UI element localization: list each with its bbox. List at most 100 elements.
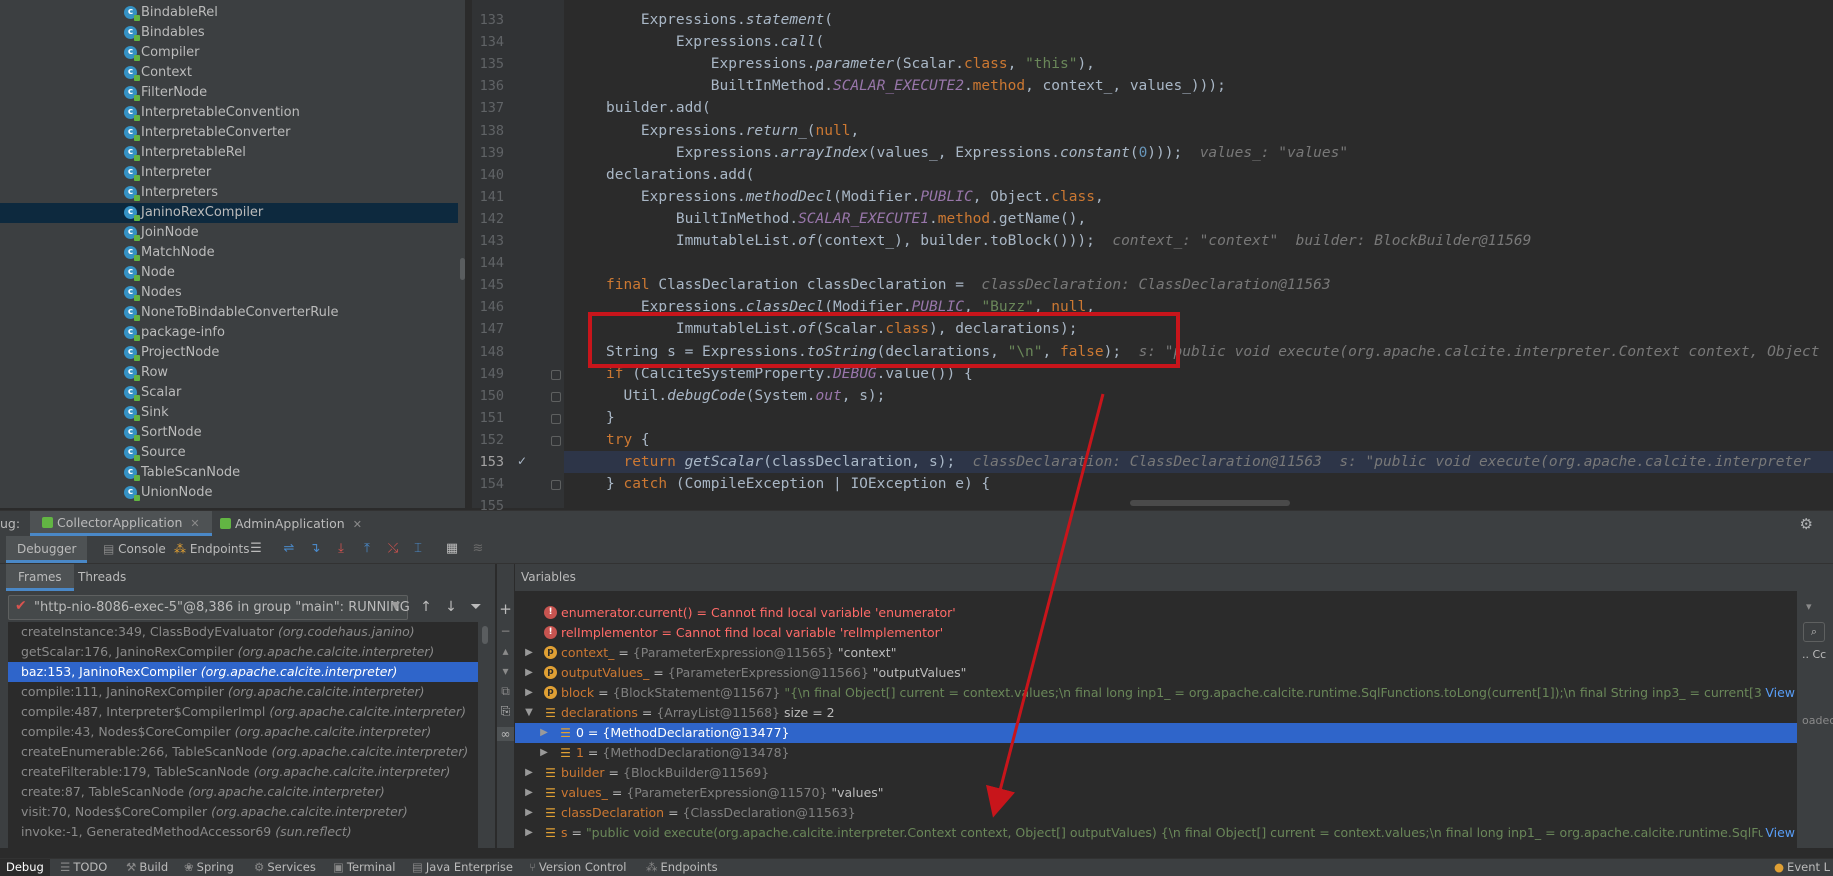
chevron-right-icon[interactable]: ▶ [524, 803, 534, 823]
tree-item[interactable]: c InterpretableConvention [0, 103, 458, 123]
code-line[interactable]: ImmutableList.of(context_), builder.toBl… [564, 230, 1833, 252]
frame-row[interactable]: compile:111, JaninoRexCompiler (org.apac… [8, 682, 478, 702]
tool-window-services[interactable]: ⚙ Services [248, 859, 322, 876]
tree-item[interactable]: c SortNode [0, 423, 458, 443]
filter-icon[interactable]: ⏷ [468, 599, 484, 615]
tree-item[interactable]: c JaninoRexCompiler [0, 203, 458, 223]
frame-list[interactable]: createInstance:349, ClassBodyEvaluator (… [8, 622, 478, 848]
code-line[interactable]: Expressions.parameter(Scalar.class, "thi… [564, 53, 1833, 75]
force-step-into-icon[interactable]: ⤓ [333, 541, 349, 557]
variable-row[interactable]: ▶ ☰ classDeclaration = {ClassDeclaration@1… [515, 803, 1795, 823]
code-line[interactable]: } [564, 407, 1833, 429]
gear-icon[interactable]: ⚙ [1800, 515, 1813, 533]
thread-selector[interactable]: ✔ "http-nio-8086-exec-5"@8,386 in group … [8, 595, 410, 620]
evaluate-expression-icon[interactable]: ▦ [444, 541, 460, 557]
frames-scrollbar[interactable] [481, 622, 489, 848]
tree-item[interactable]: c UnionNode [0, 483, 458, 503]
tab-threads[interactable]: Threads [78, 564, 126, 591]
frame-row[interactable]: compile:487, Interpreter$CompilerImpl (o… [8, 702, 478, 722]
variable-row[interactable]: ! enumerator.current() = Cannot find loca… [515, 603, 1795, 623]
variable-row[interactable]: ▶ p block = {BlockStatement@11567} "{\n fi… [515, 683, 1795, 703]
close-icon[interactable]: ✕ [353, 518, 362, 531]
code-line[interactable] [564, 252, 1833, 274]
frame-row[interactable]: createFilterable:179, TableScanNode (org… [8, 762, 478, 782]
chevron-right-icon[interactable]: ▶ [539, 723, 549, 743]
tree-item[interactable]: c Bindables [0, 23, 458, 43]
step-over-icon[interactable]: ↴ [307, 541, 323, 557]
scrollbar-thumb[interactable] [482, 626, 488, 644]
tab-console[interactable]: ▤ Console [95, 536, 174, 563]
project-tree[interactable]: c BindableRel c Bindables c Compiler c Context c… [0, 0, 465, 508]
tree-item[interactable]: c Interpreter [0, 163, 458, 183]
glasses-icon[interactable]: ∞ [497, 727, 514, 741]
tool-window-terminal[interactable]: ▣ Terminal [327, 859, 401, 876]
tree-item[interactable]: c MatchNode [0, 243, 458, 263]
copy-icon[interactable]: ⎘ [497, 704, 514, 719]
close-icon[interactable]: ✕ [190, 517, 199, 530]
tab-frames[interactable]: Frames [6, 564, 74, 591]
tab-admin-application[interactable]: AdminApplication ✕ [208, 511, 374, 536]
trace-icon[interactable]: ≋ [470, 541, 486, 557]
tool-window-version-control[interactable]: ⑂ Version Control [523, 859, 632, 876]
variable-row[interactable]: ▶ ☰ builder = {BlockBuilder@11569} [515, 763, 1795, 783]
chevron-right-icon[interactable]: ▶ [524, 643, 534, 663]
tree-item[interactable]: c BindableRel [0, 3, 458, 23]
view-link[interactable]: View [1763, 823, 1795, 843]
tree-item[interactable]: c InterpretableRel [0, 143, 458, 163]
chevron-right-icon[interactable]: ▶ [524, 763, 534, 783]
frame-row[interactable]: create:87, TableScanNode (org.apache.cal… [8, 782, 478, 802]
editor-horizontal-scrollbar[interactable] [1128, 496, 1833, 508]
code-line[interactable]: builder.add( [564, 97, 1833, 119]
variable-row[interactable]: ! relImplementor = Cannot find local vari… [515, 623, 1795, 643]
code-line[interactable]: final ClassDeclaration classDeclaration … [564, 274, 1833, 296]
fold-marker-icon[interactable] [551, 413, 561, 424]
variable-row[interactable]: ▶ p outputValues_ = {ParameterExpression@1… [515, 663, 1795, 683]
code-line[interactable]: BuiltInMethod.SCALAR_EXECUTE2.method, co… [564, 75, 1833, 97]
code-line[interactable]: } catch (CompileException | IOException … [564, 473, 1833, 495]
code-editor[interactable]: } catch (CompileException | IOException … [564, 0, 1833, 508]
tool-window-java-enterprise[interactable]: ▤ Java Enterprise [406, 859, 519, 876]
step-into-icon[interactable]: ⤒ [359, 541, 375, 557]
fold-marker-icon[interactable] [551, 435, 561, 446]
frame-row[interactable]: invoke:-1, GeneratedMethodAccessor69 (su… [8, 822, 478, 842]
scrollbar-thumb[interactable] [1130, 500, 1290, 506]
event-log-button[interactable]: ● Event L [1774, 859, 1830, 876]
tree-item[interactable]: c Compiler [0, 43, 458, 63]
tree-item[interactable]: c Context [0, 63, 458, 83]
code-line[interactable]: Expressions.return_(null, [564, 120, 1833, 142]
chevron-right-icon[interactable]: ▶ [524, 783, 534, 803]
tool-window-debug[interactable]: Debug [0, 859, 50, 876]
variable-row[interactable]: ▶ p context_ = {ParameterExpression@11565}… [515, 643, 1795, 663]
frame-row[interactable]: baz:153, JaninoRexCompiler (org.apache.c… [8, 662, 478, 682]
frame-row[interactable]: createInstance:349, ClassBodyEvaluator (… [8, 622, 478, 642]
code-line[interactable]: Expressions.arrayIndex(values_, Expressi… [564, 142, 1833, 164]
new-watch-icon[interactable]: + [497, 600, 514, 618]
tree-item[interactable]: c Sink [0, 403, 458, 423]
tree-item[interactable]: c Nodes [0, 283, 458, 303]
tree-item[interactable]: c FilterNode [0, 83, 458, 103]
tree-item[interactable]: c Source [0, 443, 458, 463]
chevron-right-icon[interactable]: ▶ [524, 683, 534, 703]
code-line[interactable]: BuiltInMethod.SCALAR_EXECUTE1.method.get… [564, 208, 1833, 230]
tree-item[interactable]: c package-info [0, 323, 458, 343]
run-to-cursor-icon[interactable]: ⌶ [410, 541, 426, 557]
variable-row[interactable]: ▶ ☰ s = "public void execute(org.apache.ca… [515, 823, 1795, 843]
breakpoint-check-icon[interactable]: ✓ [517, 454, 527, 468]
tree-item[interactable]: c Interpreters [0, 183, 458, 203]
code-line[interactable]: Util.debugCode(System.out, s); [564, 385, 1833, 407]
frame-row[interactable]: getScalar:176, JaninoRexCompiler (org.ap… [8, 642, 478, 662]
tree-item[interactable]: c Node [0, 263, 458, 283]
tool-window-todo[interactable]: ☰ TODO [54, 859, 113, 876]
code-line[interactable]: Expressions.call( [564, 31, 1833, 53]
show-execution-point-icon[interactable]: ⇌ [281, 541, 297, 557]
fold-marker-icon[interactable] [551, 391, 561, 402]
tree-item[interactable]: c NoneToBindableConverterRule [0, 303, 458, 323]
tree-item[interactable]: c Row [0, 363, 458, 383]
tab-collector-application[interactable]: CollectorApplication ✕ [30, 511, 212, 536]
tool-window-endpoints[interactable]: ⁂ Endpoints [640, 859, 724, 876]
chevron-right-icon[interactable]: ▶ [524, 663, 534, 683]
tree-item[interactable]: c TableScanNode [0, 463, 458, 483]
tool-window-spring[interactable]: ❀ Spring [178, 859, 240, 876]
frame-row[interactable]: compile:43, Nodes$CoreCompiler (org.apac… [8, 722, 478, 742]
move-down-icon[interactable]: ▾ [497, 664, 514, 678]
